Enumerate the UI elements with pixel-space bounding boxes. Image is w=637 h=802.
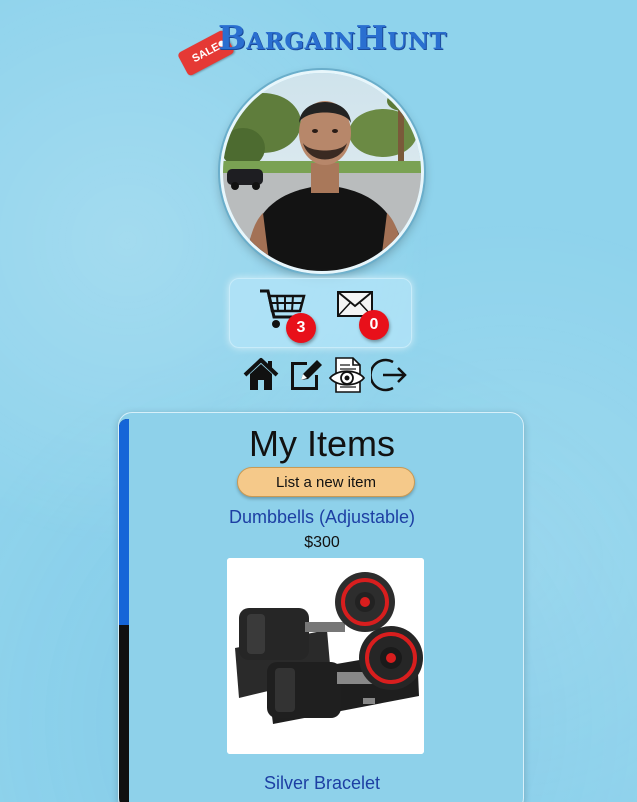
edit-icon [291,360,322,390]
item-name-link[interactable]: Dumbbells (Adjustable) [119,507,523,528]
cart-button[interactable]: 3 [258,287,322,343]
avatar-photo [223,73,421,271]
view-button[interactable] [328,356,366,394]
nav-toolbar [243,356,413,394]
avatar [220,70,424,274]
dumbbells-image [227,558,424,754]
item-price: $300 [304,534,340,551]
logout-icon [369,358,407,392]
brand-header: SALE BargainHunt [176,18,480,78]
logout-button[interactable] [369,356,407,394]
item-name-link[interactable]: Silver Bracelet [119,773,523,794]
messages-button[interactable]: 0 [336,289,398,341]
view-document-icon [328,357,366,393]
page-title: My Items [248,423,395,464]
messages-count-badge: 0 [359,310,389,340]
my-items-panel: My Items List a new item Dumbbells (Adju… [118,412,524,802]
list-new-item-button[interactable]: List a new item [237,467,415,497]
cart-count-badge: 3 [286,313,316,343]
notification-box: 3 0 [229,278,412,348]
edit-button[interactable] [287,356,323,394]
home-icon [243,358,279,390]
brand-name[interactable]: BargainHunt [218,18,447,57]
home-button[interactable] [243,356,279,394]
item-image[interactable] [227,558,424,754]
panel-scrollbar[interactable] [119,419,129,802]
